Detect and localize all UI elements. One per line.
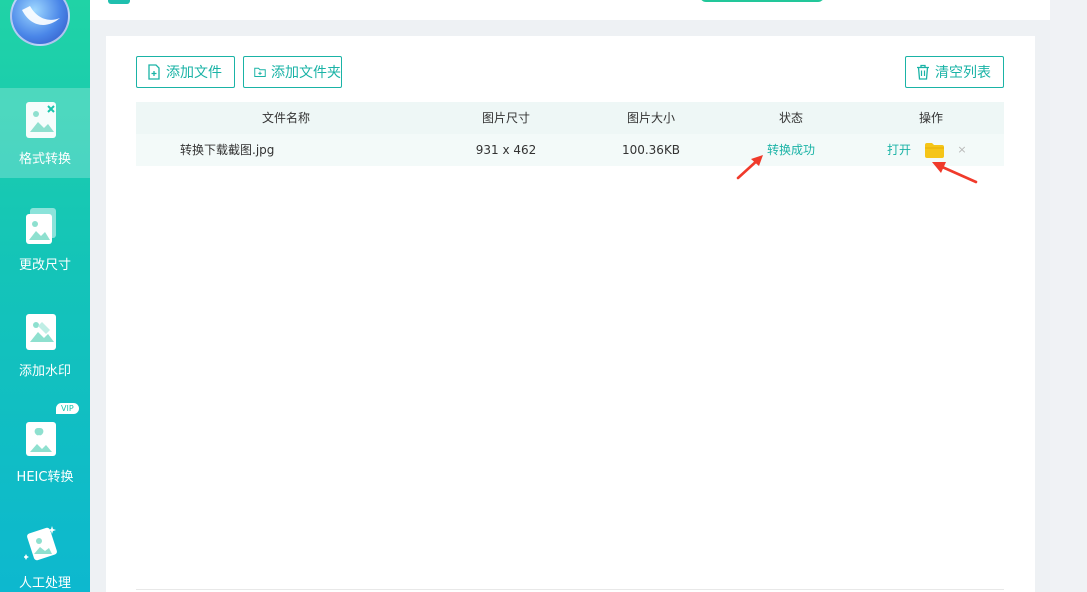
header-image-size: 图片大小 — [626, 111, 675, 125]
sidebar-item-label: 添加水印 — [18, 364, 71, 379]
right-edge — [1050, 0, 1087, 592]
sidebar-item-watermark[interactable]: 添加水印 — [0, 300, 90, 390]
vip-badge: VIP — [56, 403, 79, 414]
image-convert-icon — [26, 102, 56, 138]
top-bar — [90, 0, 1050, 20]
sidebar-item-manual[interactable]: 人工处理 — [0, 512, 90, 592]
file-name: 转换下载截图.jpg — [180, 143, 275, 157]
panel-divider — [136, 589, 1004, 590]
file-list-panel: 添加文件 添加文件夹 清空列表 文件名称 图片尺寸 图片大小 状态 操作 转换下… — [106, 36, 1035, 592]
sidebar-item-label: 更改尺寸 — [18, 258, 71, 273]
clear-list-label: 清空列表 — [935, 65, 991, 81]
image-dimensions: 931 x 462 — [475, 143, 537, 157]
annotation-arrow-icon — [932, 162, 978, 184]
heic-apple-icon — [26, 422, 56, 456]
add-folder-label: 添加文件夹 — [271, 65, 341, 81]
add-file-icon — [148, 64, 160, 80]
manual-process-icon — [24, 526, 57, 561]
menu-icon[interactable] — [108, 0, 130, 4]
open-file-link[interactable]: 打开 — [887, 134, 911, 166]
table-row: 转换下载截图.jpg 931 x 462 100.36KB 转换成功 打开 × — [136, 134, 1004, 166]
sidebar-item-label: HEIC转换 — [16, 470, 74, 485]
header-image-dimensions: 图片尺寸 — [481, 111, 530, 125]
clear-list-button[interactable]: 清空列表 — [905, 56, 1004, 88]
trash-icon — [917, 64, 929, 80]
annotation-arrow-icon — [736, 155, 763, 180]
sidebar-item-resize[interactable]: 更改尺寸 — [0, 194, 90, 284]
add-folder-button[interactable]: 添加文件夹 — [243, 56, 342, 88]
sidebar: 格式转换 更改尺寸 添加水印 VIP HEIC转换 人工处理 — [0, 0, 90, 592]
remove-file-icon[interactable]: × — [957, 143, 967, 157]
image-size: 100.36KB — [621, 143, 681, 157]
sidebar-item-label: 格式转换 — [18, 152, 71, 167]
add-file-button[interactable]: 添加文件 — [136, 56, 235, 88]
image-resize-icon — [26, 208, 56, 244]
app-logo — [10, 0, 70, 46]
image-watermark-icon — [26, 314, 56, 350]
sidebar-item-label: 人工处理 — [18, 576, 71, 591]
top-green-button[interactable] — [700, 0, 824, 2]
sidebar-item-format-convert[interactable]: 格式转换 — [0, 88, 90, 178]
add-folder-icon — [254, 67, 266, 77]
folder-icon[interactable] — [925, 143, 944, 158]
header-status: 状态 — [778, 111, 803, 125]
header-file-name: 文件名称 — [261, 111, 310, 125]
header-actions: 操作 — [918, 111, 943, 125]
table-header: 文件名称 图片尺寸 图片大小 状态 操作 — [136, 102, 1004, 134]
sidebar-item-heic[interactable]: VIP HEIC转换 — [0, 403, 90, 496]
add-file-label: 添加文件 — [166, 65, 222, 81]
